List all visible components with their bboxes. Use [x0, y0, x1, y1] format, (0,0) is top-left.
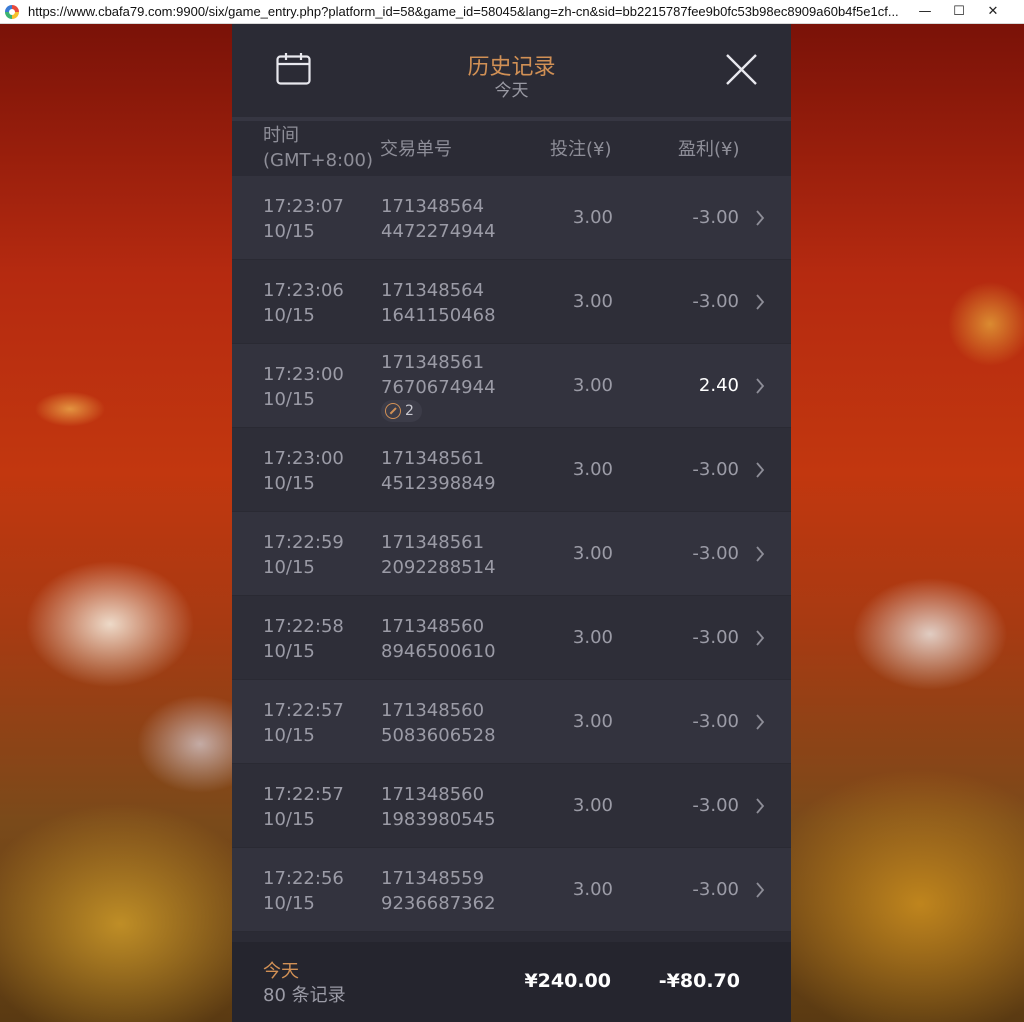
total-bet: ¥240.00 [524, 970, 611, 992]
panel-header: 历史记录 今天 [232, 24, 791, 117]
row-profit: -3.00 [692, 627, 739, 648]
free-spin-count: 2 [405, 403, 414, 419]
row-profit: -3.00 [692, 543, 739, 564]
row-tx-part1: 171348564 [381, 196, 485, 217]
chevron-right-icon [756, 294, 765, 310]
record-count: 80 条记录 [263, 985, 346, 1006]
row-date: 10/15 [263, 557, 315, 578]
row-time: 17:22:58 [263, 616, 344, 637]
row-tx-part1: 171348561 [381, 448, 485, 469]
row-date: 10/15 [263, 221, 315, 242]
table-row[interactable]: 17:22:59 10/15 171348561 2092288514 3.00 -… [232, 512, 791, 596]
row-tx-part1: 171348561 [381, 532, 485, 553]
window-close-button[interactable]: ✕ [976, 0, 1010, 24]
row-time: 17:22:59 [263, 532, 344, 553]
chevron-right-icon [756, 630, 765, 646]
row-time: 17:22:56 [263, 868, 344, 889]
row-tx-part2: 5083606528 [381, 725, 496, 746]
table-row[interactable]: 17:23:00 10/15 171348561 7670674944 2 3.00… [232, 344, 791, 428]
row-date: 10/15 [263, 725, 315, 746]
column-bet: 投注(¥) [550, 139, 612, 160]
row-tx-part2: 1983980545 [381, 809, 496, 830]
address-url[interactable]: https://www.cbafa79.com:9900/six/game_en… [28, 4, 908, 19]
row-bet: 3.00 [572, 207, 613, 228]
row-tx-part1: 171348560 [381, 700, 485, 721]
date-filter-label[interactable]: 今天 [232, 76, 791, 101]
table-row[interactable]: 17:22:57 10/15 171348560 5083606528 3.00 -… [232, 680, 791, 764]
row-bet: 3.00 [572, 543, 613, 564]
row-date: 10/15 [263, 893, 315, 914]
table-header: 时间 (GMT+8:00) 交易单号 投注(¥) 盈利(¥) [232, 121, 791, 176]
minimize-button[interactable]: — [908, 0, 942, 24]
row-time: 17:23:07 [263, 196, 344, 217]
row-tx-part1: 171348560 [381, 616, 485, 637]
row-profit: -3.00 [692, 795, 739, 816]
row-bet: 3.00 [572, 627, 613, 648]
row-tx-part2: 7670674944 [381, 377, 496, 398]
row-bet: 3.00 [572, 879, 613, 900]
row-bet: 3.00 [572, 291, 613, 312]
total-profit: -¥80.70 [658, 970, 740, 992]
row-tx-part2: 4472274944 [381, 221, 496, 242]
table-row[interactable]: 17:23:00 10/15 171348561 4512398849 3.00 -… [232, 428, 791, 512]
summary-footer: 今天 80 条记录 ¥240.00 -¥80.70 [232, 942, 791, 1022]
row-profit: -3.00 [692, 711, 739, 732]
row-bet: 3.00 [572, 375, 613, 396]
row-profit: -3.00 [692, 291, 739, 312]
row-profit: 2.40 [698, 375, 739, 396]
row-tx-part2: 9236687362 [381, 893, 496, 914]
column-transaction: 交易单号 [380, 139, 452, 160]
row-time: 17:22:57 [263, 700, 344, 721]
row-time: 17:23:06 [263, 280, 344, 301]
chevron-right-icon [756, 462, 765, 478]
row-tx-part1: 171348560 [381, 784, 485, 805]
row-date: 10/15 [263, 305, 315, 326]
column-time: 时间 (GMT+8:00) [263, 123, 373, 173]
maximize-button[interactable]: ☐ [942, 0, 976, 24]
row-date: 10/15 [263, 473, 315, 494]
column-timezone-label: (GMT+8:00) [263, 150, 374, 171]
row-tx-part2: 1641150468 [381, 305, 496, 326]
row-profit: -3.00 [692, 879, 739, 900]
row-bet: 3.00 [572, 795, 613, 816]
column-profit: 盈利(¥) [678, 139, 740, 160]
chevron-right-icon [756, 714, 765, 730]
table-row[interactable]: 17:22:58 10/15 171348560 8946500610 3.00 -… [232, 596, 791, 680]
table-row[interactable]: 17:22:57 10/15 171348560 1983980545 3.00 -… [232, 764, 791, 848]
history-list: 17:23:07 10/15 171348564 4472274944 3.00 -… [232, 176, 791, 932]
row-tx-part1: 171348564 [381, 280, 485, 301]
close-icon[interactable] [724, 52, 759, 87]
browser-logo-icon [5, 4, 19, 19]
free-spin-icon [385, 403, 401, 419]
table-row[interactable]: 17:22:56 10/15 171348559 9236687362 3.00 -… [232, 848, 791, 932]
row-tx-part2: 4512398849 [381, 473, 496, 494]
table-row[interactable]: 17:23:06 10/15 171348564 1641150468 3.00 -… [232, 260, 791, 344]
row-profit: -3.00 [692, 459, 739, 480]
row-date: 10/15 [263, 641, 315, 662]
row-time: 17:23:00 [263, 364, 344, 385]
row-profit: -3.00 [692, 207, 739, 228]
footer-period: 今天 [263, 961, 299, 982]
row-tx-part2: 8946500610 [381, 641, 496, 662]
row-time: 17:23:00 [263, 448, 344, 469]
chevron-right-icon [756, 798, 765, 814]
free-spin-badge: 2 [381, 400, 422, 422]
row-date: 10/15 [263, 809, 315, 830]
row-time: 17:22:57 [263, 784, 344, 805]
browser-titlebar: https://www.cbafa79.com:9900/six/game_en… [0, 0, 1024, 24]
row-tx-part1: 171348561 [381, 352, 485, 373]
chevron-right-icon [756, 882, 765, 898]
row-bet: 3.00 [572, 711, 613, 732]
row-date: 10/15 [263, 389, 315, 410]
chevron-right-icon [756, 546, 765, 562]
chevron-right-icon [756, 210, 765, 226]
row-bet: 3.00 [572, 459, 613, 480]
history-panel: 历史记录 今天 时间 (GMT+8:00) 交易单号 投注(¥) 盈利(¥) 1… [232, 24, 791, 1022]
column-time-label: 时间 [263, 125, 299, 146]
row-tx-part1: 171348559 [381, 868, 485, 889]
table-row[interactable]: 17:23:07 10/15 171348564 4472274944 3.00 -… [232, 176, 791, 260]
row-tx-part2: 2092288514 [381, 557, 496, 578]
chevron-right-icon [756, 378, 765, 394]
